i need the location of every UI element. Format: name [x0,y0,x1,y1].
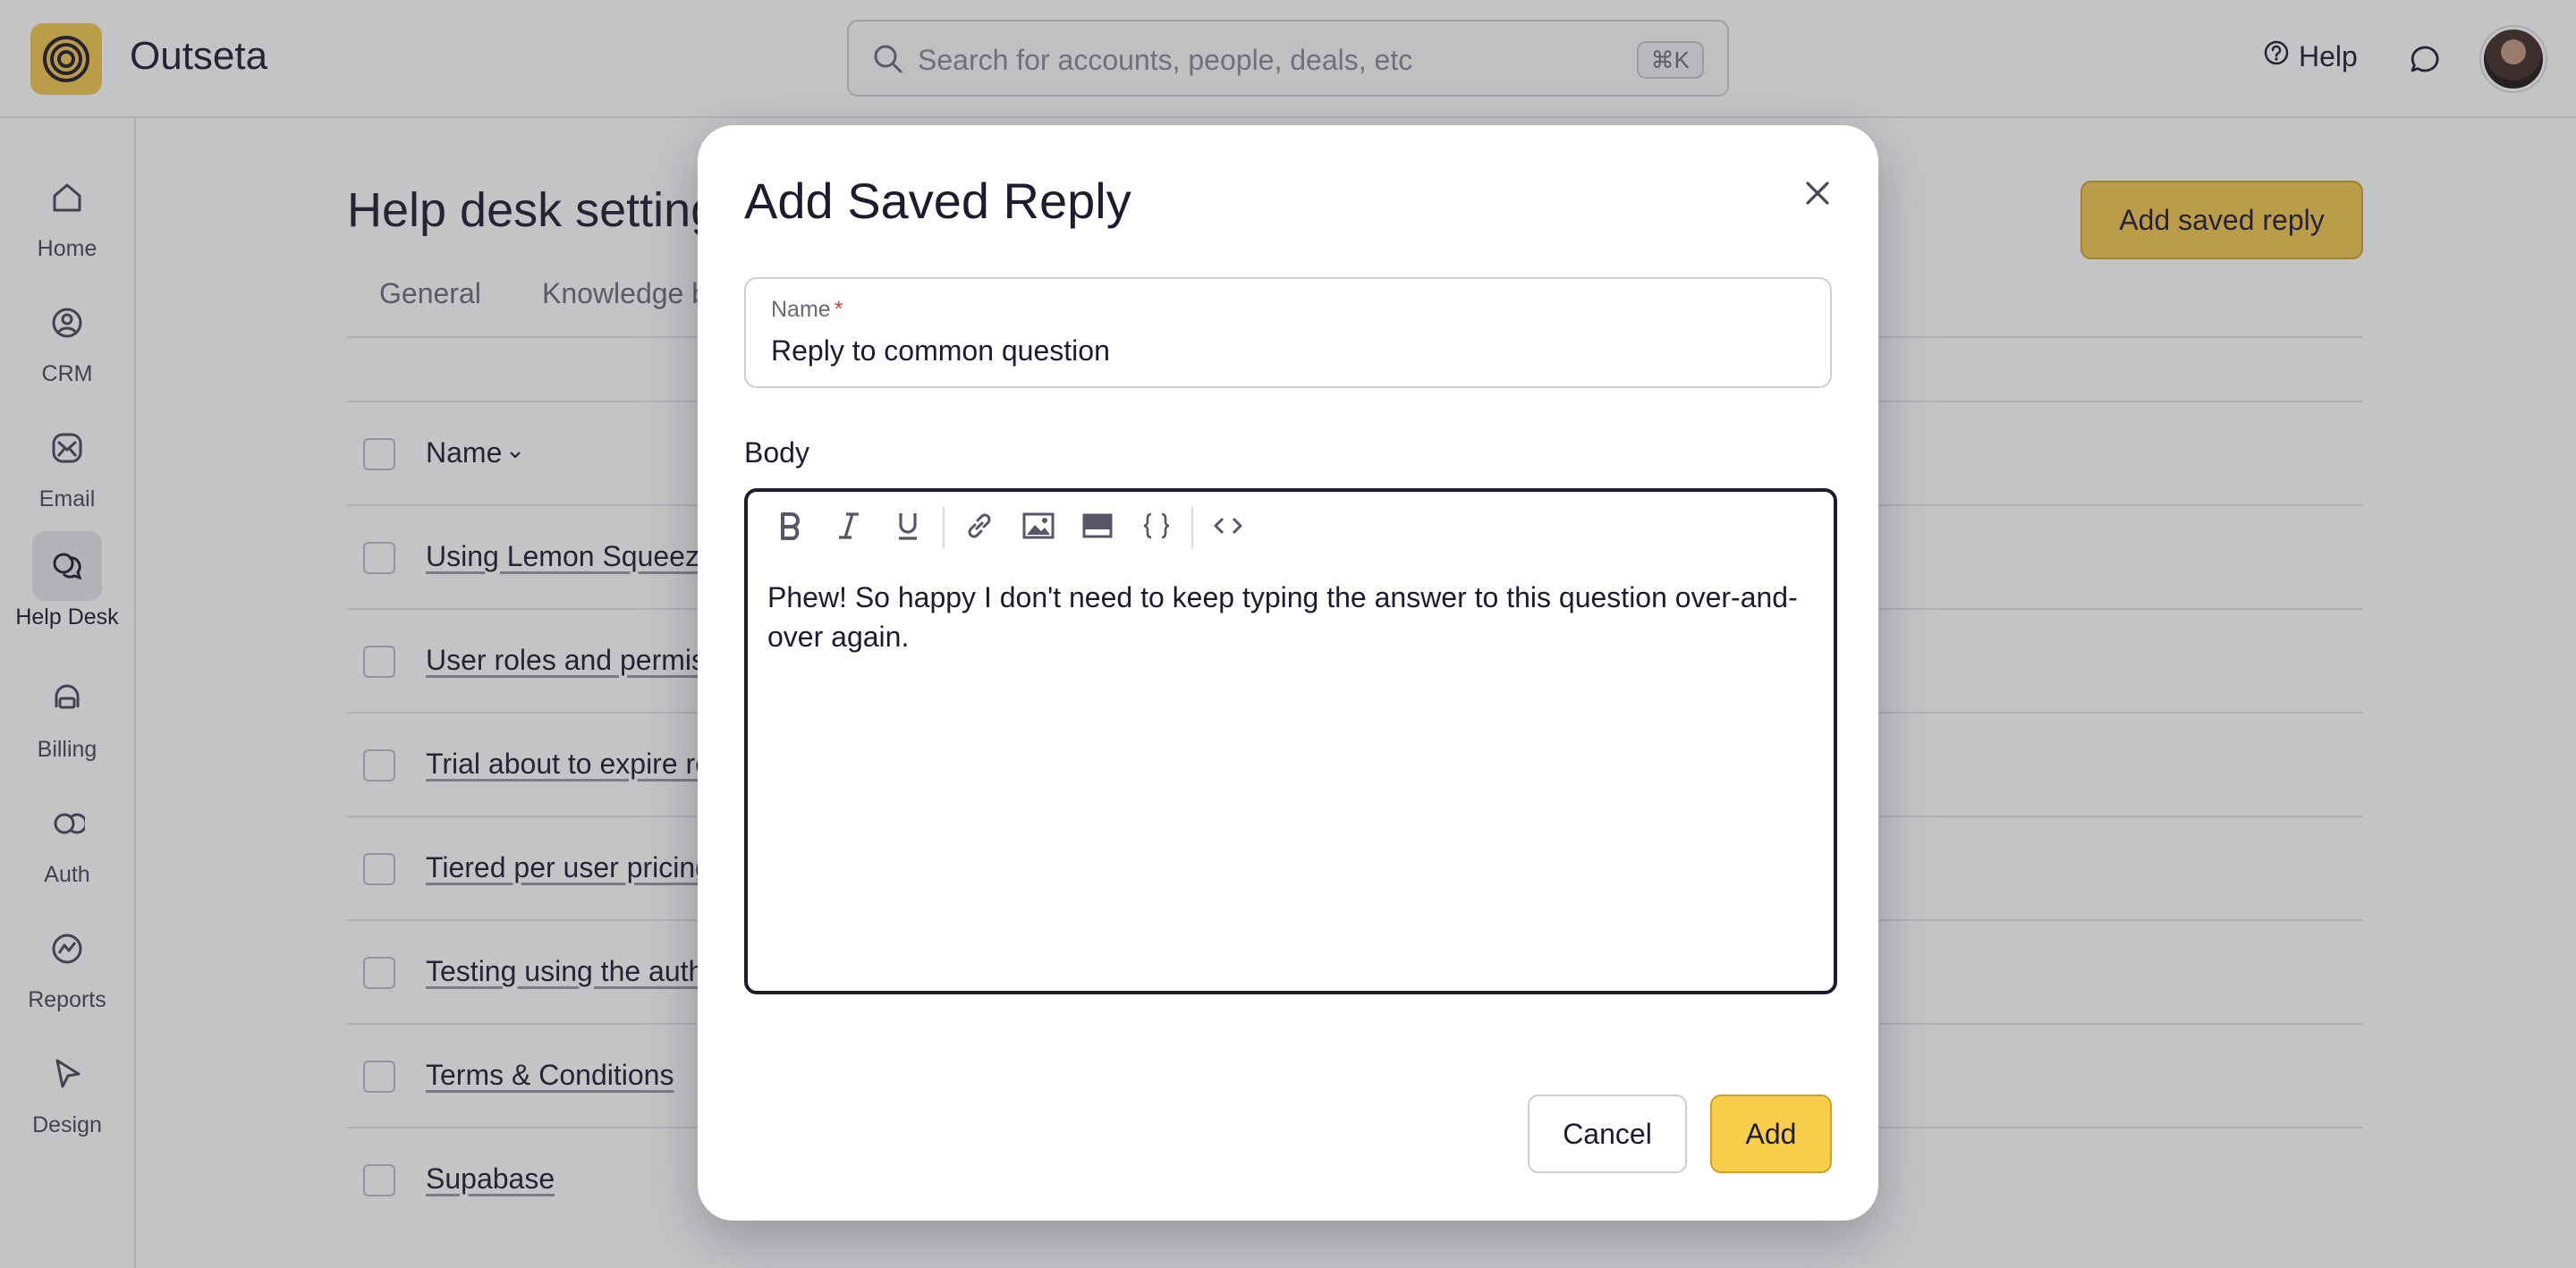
required-asterisk: * [834,297,843,322]
close-button[interactable] [1794,172,1841,218]
image-icon [1021,511,1055,545]
image-button[interactable] [1009,504,1068,551]
template-variable-button[interactable] [1127,504,1186,551]
bold-button[interactable] [760,504,819,551]
link-button[interactable] [950,504,1009,551]
italic-icon [835,511,862,545]
embed-icon [1081,512,1114,544]
code-view-button[interactable] [1199,504,1258,551]
add-button[interactable]: Add [1710,1095,1832,1173]
cancel-button[interactable]: Cancel [1528,1095,1687,1173]
close-icon [1802,178,1833,213]
code-icon [1212,512,1244,544]
name-field-value: Reply to common question [771,334,1110,367]
name-field[interactable]: Name * Reply to common question [744,277,1832,388]
name-field-label: Name * [771,297,843,322]
add-saved-reply-modal: Add Saved Reply Name * Reply to common qu… [698,125,1878,1221]
body-label: Body [744,436,809,469]
editor-body-text[interactable]: Phew! So happy I don't need to keep typi… [767,578,1823,656]
body-rich-text-editor[interactable]: Phew! So happy I don't need to keep typi… [744,488,1837,994]
toolbar-divider [943,507,945,548]
toolbar-divider [1191,507,1193,548]
modal-title: Add Saved Reply [744,173,1131,229]
template-variable-icon [1140,511,1173,545]
italic-button[interactable] [819,504,878,551]
underline-button[interactable] [878,504,937,551]
underline-icon [894,511,921,545]
embed-button[interactable] [1068,504,1127,551]
link-icon [963,510,996,546]
editor-toolbar [760,504,1258,551]
bold-icon [776,511,803,545]
